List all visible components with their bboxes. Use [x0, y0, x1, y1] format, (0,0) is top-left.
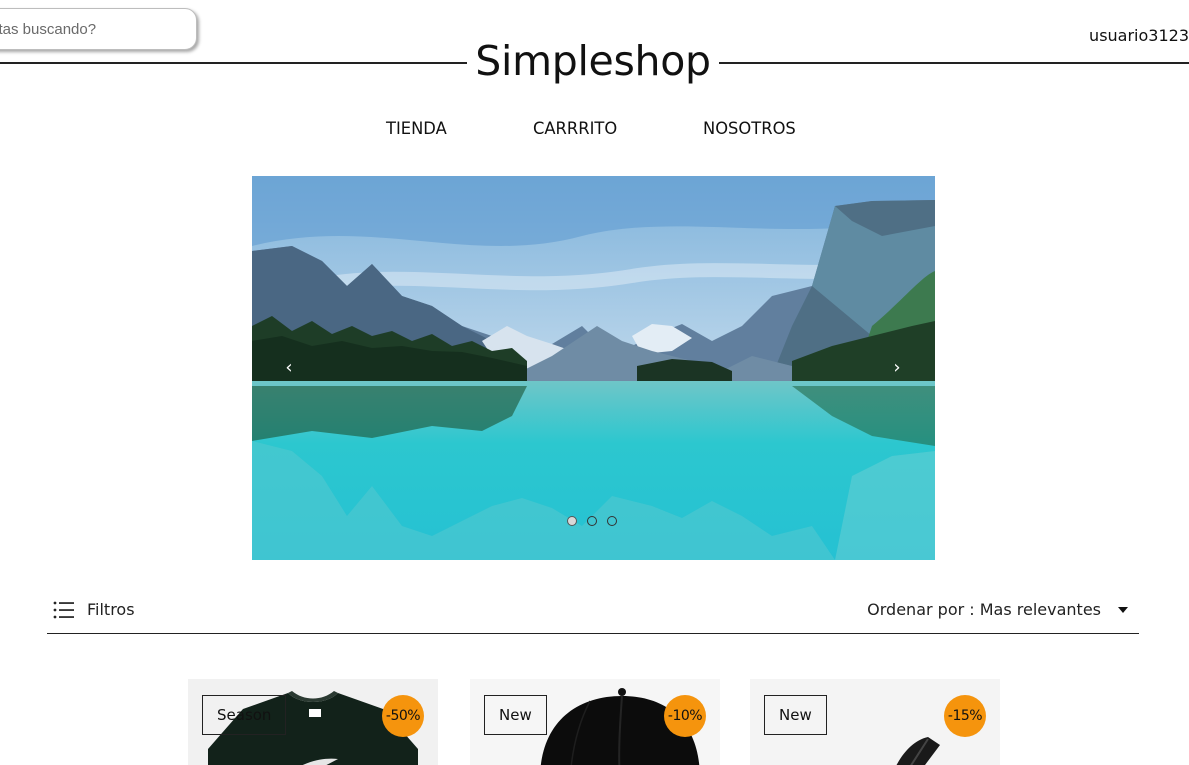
- carousel-indicator[interactable]: [567, 516, 577, 526]
- carousel-prev-arrow[interactable]: ‹: [279, 355, 299, 381]
- header-rule-right: [719, 62, 1189, 64]
- carousel-indicators: [567, 516, 617, 528]
- filters-label: Filtros: [87, 600, 135, 619]
- nav-item-nosotros[interactable]: NOSOTROS: [703, 118, 796, 140]
- nav-item-carrito[interactable]: CARRRITO: [533, 118, 617, 140]
- carousel-indicator[interactable]: [587, 516, 597, 526]
- discount-badge: -50%: [382, 695, 424, 737]
- discount-badge: -10%: [664, 695, 706, 737]
- sort-label: Ordenar por : Mas relevantes: [867, 600, 1101, 619]
- product-toolbar: Filtros Ordenar por : Mas relevantes: [47, 598, 1139, 634]
- caret-down-icon: [1118, 606, 1128, 613]
- main-nav: TIENDA CARRRITO NOSOTROS: [0, 118, 1189, 140]
- user-account-link[interactable]: usuario3123: [1089, 26, 1189, 46]
- brand-logo[interactable]: Simpleshop: [467, 34, 719, 88]
- filters-button[interactable]: Filtros: [53, 600, 135, 619]
- discount-badge: -15%: [944, 695, 986, 737]
- carousel-next-arrow[interactable]: ›: [887, 355, 907, 381]
- product-card[interactable]: New -15%: [750, 679, 1000, 765]
- product-card[interactable]: New -10%: [470, 679, 720, 765]
- list-icon: [53, 601, 74, 618]
- product-tag: New: [764, 695, 827, 735]
- product-tag: New: [484, 695, 547, 735]
- carousel-indicator[interactable]: [607, 516, 617, 526]
- sort-select[interactable]: Ordenar por : Mas relevantes: [867, 600, 1129, 619]
- carousel-slide-image: [252, 176, 935, 560]
- header-rule-left: [0, 62, 467, 64]
- search-input[interactable]: [0, 9, 196, 49]
- product-card[interactable]: Season -50%: [188, 679, 438, 765]
- product-tag: Season: [202, 695, 287, 735]
- hero-carousel: [252, 176, 935, 560]
- search-field[interactable]: [0, 8, 197, 50]
- nav-item-tienda[interactable]: TIENDA: [386, 118, 447, 140]
